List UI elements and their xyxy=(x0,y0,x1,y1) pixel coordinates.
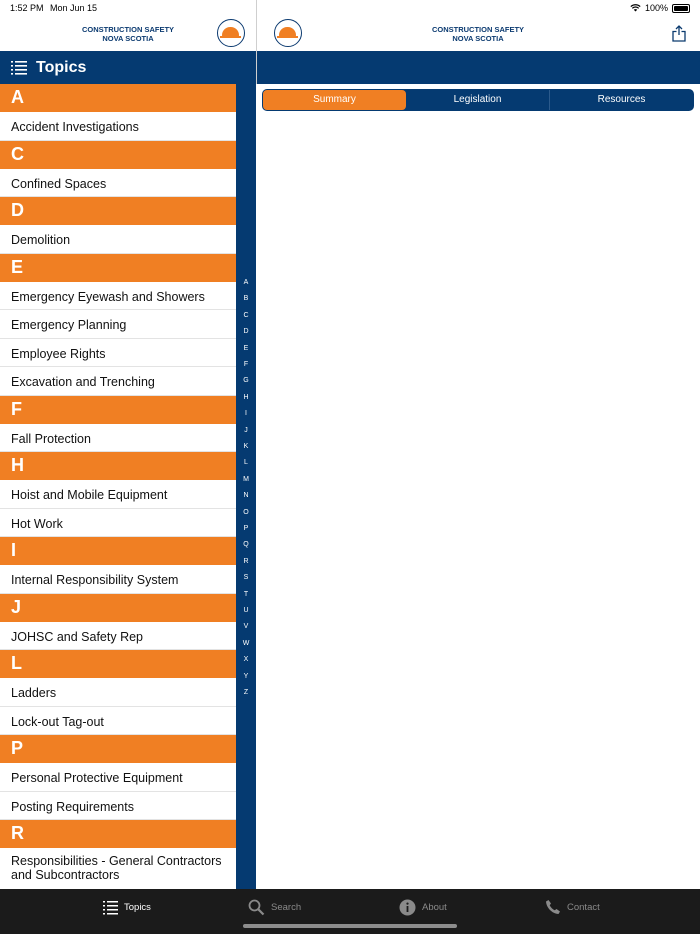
index-letter[interactable]: D xyxy=(236,328,256,335)
list-item[interactable]: Lock-out Tag-out xyxy=(0,707,236,735)
tab-contact[interactable]: Contact xyxy=(545,889,600,925)
index-letter[interactable]: I xyxy=(236,410,256,417)
list-item[interactable]: Personal Protective Equipment xyxy=(0,763,236,792)
list-item[interactable]: Excavation and Trenching xyxy=(0,367,236,396)
info-icon xyxy=(399,899,416,915)
brand-line1: CONSTRUCTION SAFETY xyxy=(81,25,175,34)
section-header-r: R xyxy=(0,820,236,848)
list-item[interactable]: Emergency Planning xyxy=(0,310,236,339)
wifi-icon xyxy=(630,4,641,12)
list-item[interactable]: JOHSC and Safety Rep xyxy=(0,622,236,650)
home-indicator[interactable] xyxy=(243,924,457,928)
share-icon[interactable] xyxy=(672,25,686,42)
section-header-i: I xyxy=(0,537,236,565)
tab-label: Search xyxy=(271,901,302,913)
brand-logo-text: CONSTRUCTION SAFETY NOVA SCOTIA xyxy=(72,25,184,43)
brand-seal-icon xyxy=(217,19,245,47)
index-letter[interactable]: E xyxy=(236,345,256,352)
tab-about[interactable]: About xyxy=(399,889,447,925)
list-item[interactable]: Demolition xyxy=(0,225,236,254)
tab-label: Topics xyxy=(124,901,151,913)
section-header-c: C xyxy=(0,140,236,169)
list-item[interactable]: Emergency Eyewash and Showers xyxy=(0,282,236,310)
index-letter[interactable]: L xyxy=(236,459,256,466)
status-bar: 1:52 PM Mon Jun 15 100% xyxy=(0,0,700,16)
list-item[interactable]: Employee Rights xyxy=(0,339,236,367)
section-header-h: H xyxy=(0,452,236,480)
search-icon xyxy=(248,899,265,915)
section-header-d: D xyxy=(0,197,236,225)
battery-icon xyxy=(672,3,690,13)
section-header-j: J xyxy=(0,593,236,622)
status-time: 1:52 PM xyxy=(10,3,44,13)
section-header-a: A xyxy=(0,84,236,112)
detail-content: Summary Legislation Resources xyxy=(257,84,700,889)
status-date: Mon Jun 15 xyxy=(50,3,98,13)
tab-topics[interactable]: Topics xyxy=(103,889,151,925)
page-title: Topics xyxy=(36,59,87,76)
list-icon xyxy=(103,900,118,914)
segmented-control: Summary Legislation Resources xyxy=(262,89,694,111)
brand-line2: NOVA SCOTIA xyxy=(452,34,504,43)
index-letter[interactable]: A xyxy=(236,279,256,286)
index-letter[interactable]: Z xyxy=(236,689,256,696)
segment-legislation[interactable]: Legislation xyxy=(406,90,550,110)
topics-title-bar: Topics xyxy=(0,51,256,84)
tab-label: Contact xyxy=(567,901,600,913)
battery-percent: 100% xyxy=(644,3,668,13)
brand-logo-text: CONSTRUCTION SAFETY NOVA SCOTIA xyxy=(422,25,534,43)
list-item[interactable]: Posting Requirements xyxy=(0,792,236,820)
index-letter[interactable]: F xyxy=(236,361,256,368)
segment-summary[interactable]: Summary xyxy=(263,90,406,110)
section-header-p: P xyxy=(0,735,236,763)
list-item[interactable]: Confined Spaces xyxy=(0,169,236,197)
topic-list: A Accident Investigations C Confined Spaces… xyxy=(0,84,236,889)
index-letter[interactable]: P xyxy=(236,525,256,532)
tab-label: About xyxy=(422,901,447,913)
index-letter[interactable]: T xyxy=(236,591,256,598)
list-item[interactable]: Internal Responsibility System xyxy=(0,565,236,594)
segment-resources[interactable]: Resources xyxy=(550,90,693,110)
index-letter[interactable]: Q xyxy=(236,541,256,548)
index-letter[interactable]: X xyxy=(236,656,256,663)
index-letter[interactable]: B xyxy=(236,295,256,302)
index-letter[interactable]: U xyxy=(236,607,256,614)
brand-line2: NOVA SCOTIA xyxy=(102,34,154,43)
list-item[interactable]: Hoist and Mobile Equipment xyxy=(0,480,236,509)
phone-icon xyxy=(546,900,560,914)
index-letter[interactable]: J xyxy=(236,427,256,434)
list-icon[interactable] xyxy=(11,60,27,75)
status-indicators: 100% xyxy=(630,3,690,13)
index-letter[interactable]: C xyxy=(236,312,256,319)
list-item[interactable]: Responsibilities - General Contractors a… xyxy=(0,848,236,889)
index-letter[interactable]: Y xyxy=(236,673,256,680)
index-letter[interactable]: O xyxy=(236,509,256,516)
detail-title-bar xyxy=(257,51,700,84)
list-item[interactable]: Hot Work xyxy=(0,509,236,537)
sidebar-header: CONSTRUCTION SAFETY NOVA SCOTIA xyxy=(0,16,256,51)
index-letter[interactable]: G xyxy=(236,377,256,384)
brand-seal-icon xyxy=(274,19,302,47)
brand-line1: CONSTRUCTION SAFETY xyxy=(431,25,525,34)
index-letter[interactable]: W xyxy=(236,640,256,647)
list-item[interactable]: Fall Protection xyxy=(0,424,236,452)
index-letter[interactable]: N xyxy=(236,492,256,499)
index-letter[interactable]: S xyxy=(236,574,256,581)
index-letter[interactable]: V xyxy=(236,623,256,630)
index-letter[interactable]: M xyxy=(236,476,256,483)
section-header-f: F xyxy=(0,395,236,424)
list-item[interactable]: Accident Investigations xyxy=(0,112,236,141)
detail-header: CONSTRUCTION SAFETY NOVA SCOTIA xyxy=(257,16,700,51)
index-letter[interactable]: K xyxy=(236,443,256,450)
section-header-l: L xyxy=(0,650,236,678)
index-letter[interactable]: R xyxy=(236,558,256,565)
alphabet-index[interactable]: A B C D E F G H I J K L M N O P Q R S T U V W X Y Z xyxy=(236,84,256,889)
index-letter[interactable]: H xyxy=(236,394,256,401)
tab-search[interactable]: Search xyxy=(248,889,301,925)
list-item[interactable]: Ladders xyxy=(0,678,236,707)
section-header-e: E xyxy=(0,253,236,282)
